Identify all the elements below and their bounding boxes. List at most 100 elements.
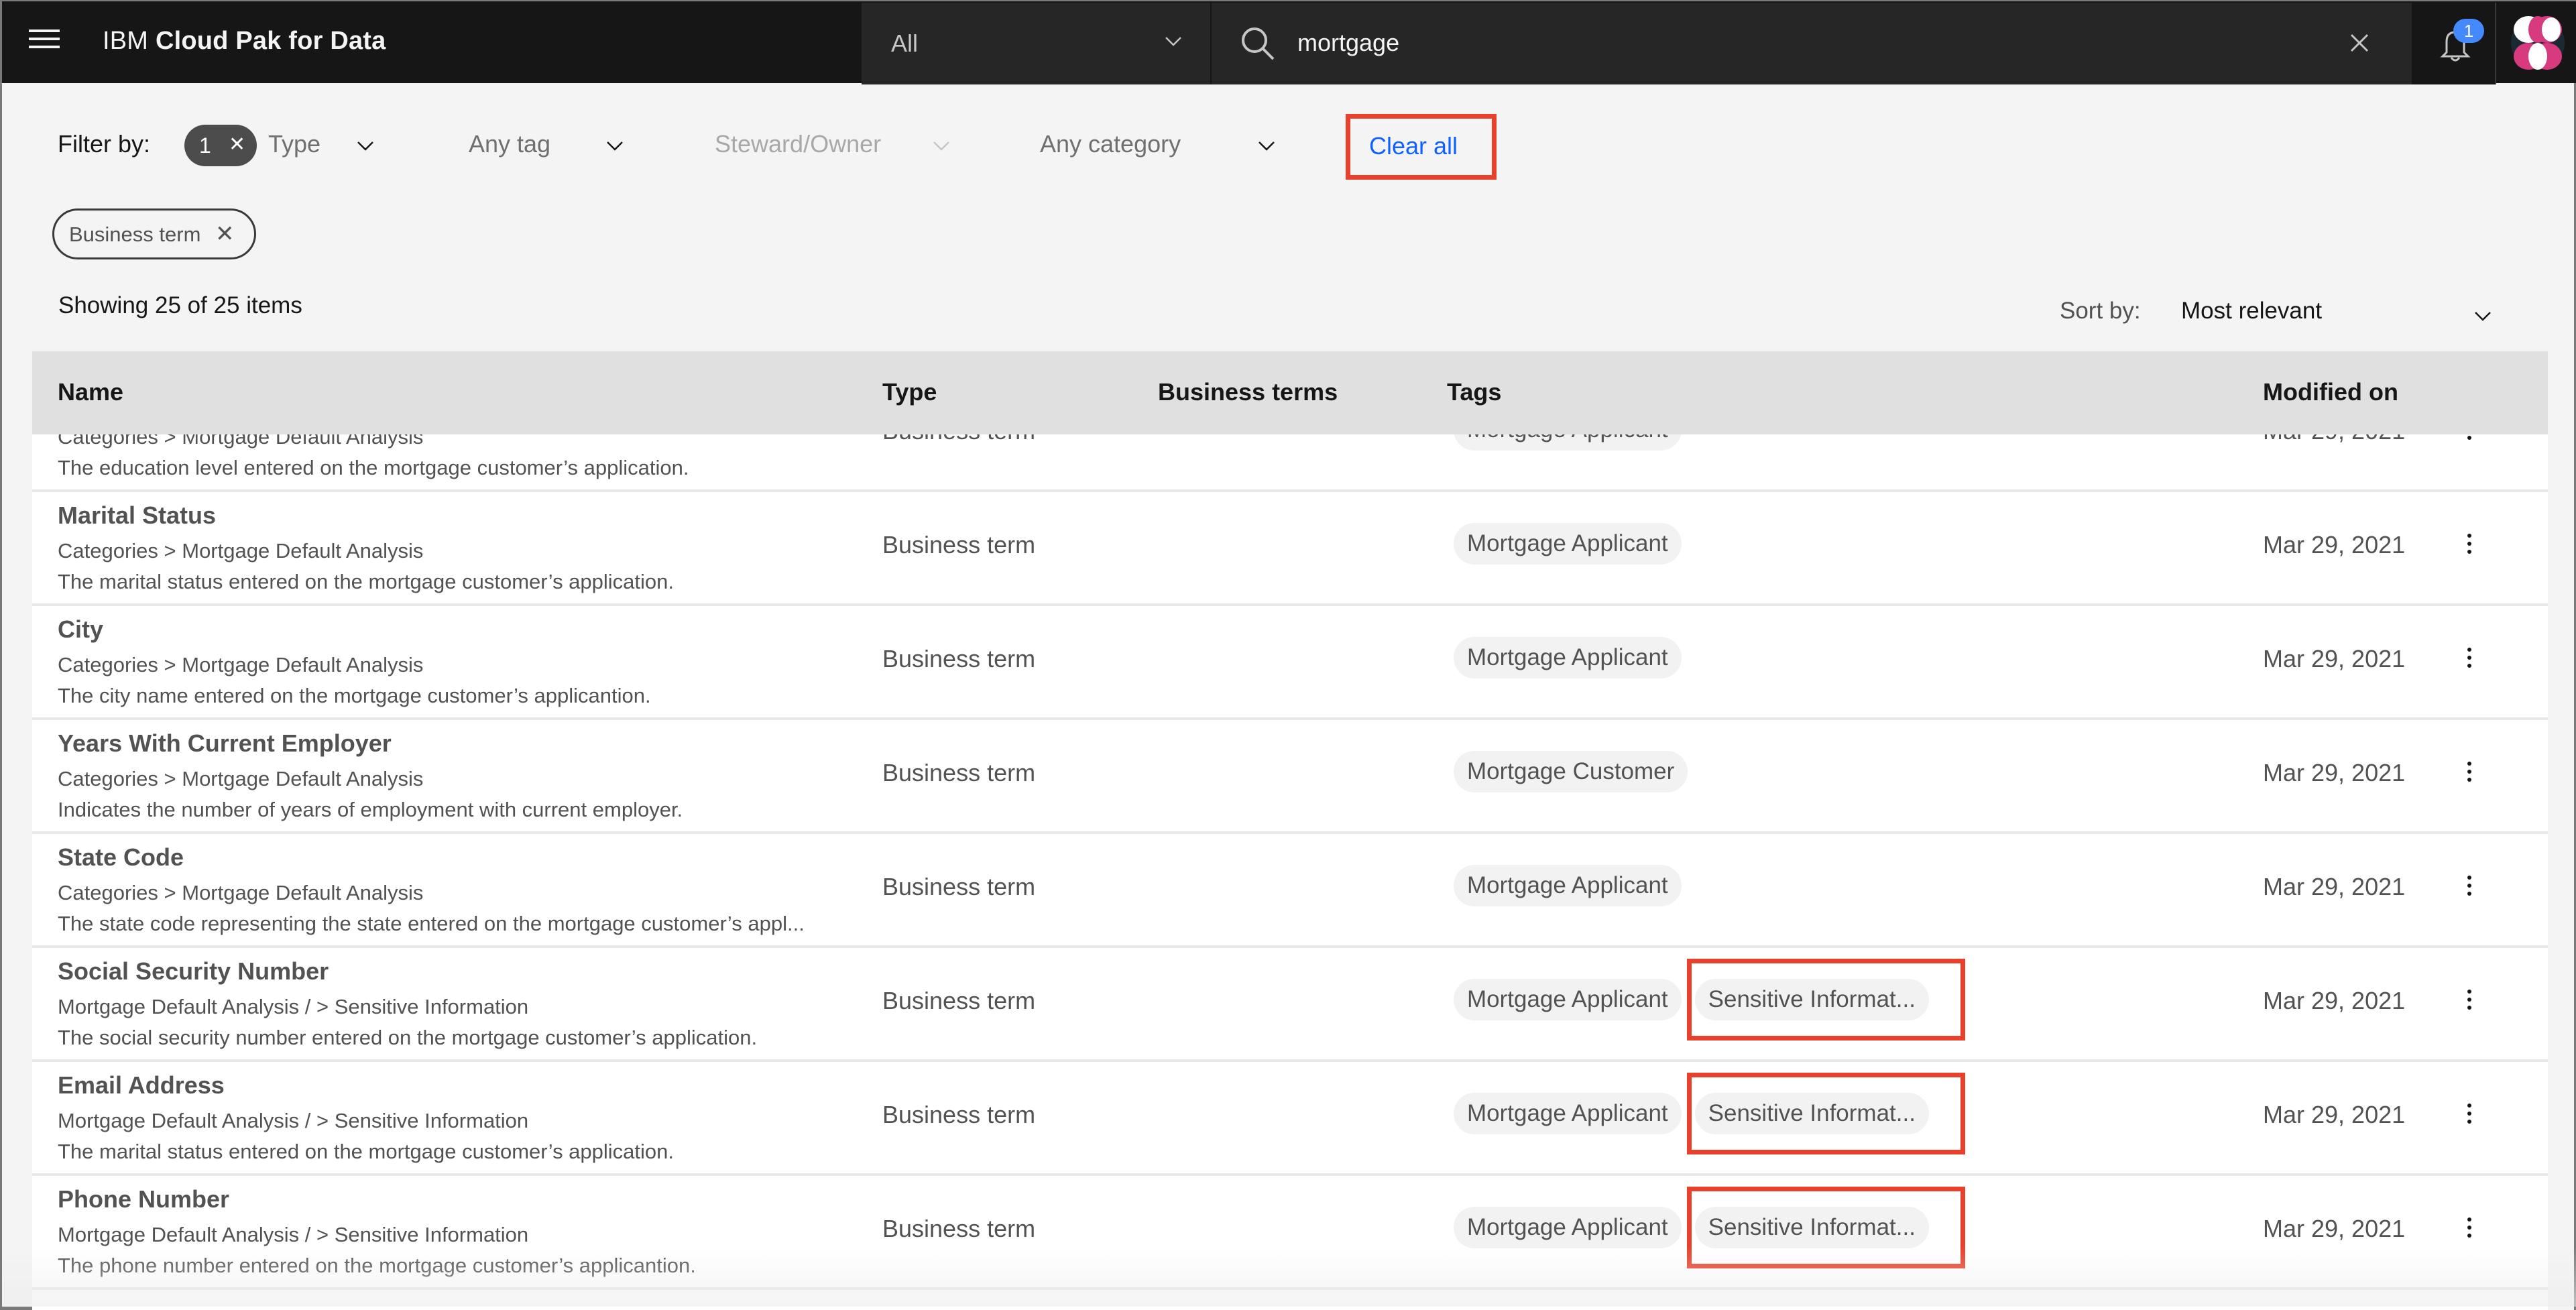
brand-prefix: IBM bbox=[103, 27, 149, 55]
tag-list: Mortgage Applicant bbox=[1454, 637, 1695, 680]
category-filter-dropdown[interactable]: Any category bbox=[1040, 130, 1275, 158]
asset-type: Business term bbox=[882, 645, 1036, 672]
column-header-modified-on[interactable]: Modified on bbox=[2263, 378, 2398, 406]
asset-description: The state code representing the state en… bbox=[58, 912, 805, 935]
tag-chip[interactable]: Sensitive Informat... bbox=[1686, 1073, 1966, 1154]
asset-name-link[interactable]: City bbox=[58, 615, 103, 644]
asset-category-path: Mortgage Default Analysis / > Sensitive … bbox=[58, 1109, 529, 1132]
chevron-down-icon bbox=[933, 141, 949, 151]
overflow-menu-icon[interactable] bbox=[2459, 1215, 2479, 1248]
close-icon[interactable]: ✕ bbox=[215, 221, 235, 247]
tag-filter-dropdown[interactable]: Any tag bbox=[469, 130, 623, 158]
table-row[interactable]: Email Address Mortgage Default Analysis /… bbox=[32, 1062, 2548, 1176]
user-avatar[interactable] bbox=[2495, 3, 2576, 84]
tag-list: Mortgage Applicant Sensitive Informat... bbox=[1454, 1073, 1966, 1154]
column-header-business-terms[interactable]: Business terms bbox=[1158, 378, 1338, 406]
table-row[interactable]: Phone Number Mortgage Default Analysis / … bbox=[32, 1176, 2548, 1290]
asset-name-link[interactable]: State Code bbox=[58, 843, 184, 872]
menu-icon[interactable] bbox=[29, 29, 60, 55]
asset-name-link[interactable]: Social Security Number bbox=[58, 957, 329, 986]
asset-name-link[interactable]: Years With Current Employer bbox=[58, 729, 392, 758]
scrollbar[interactable] bbox=[2548, 351, 2574, 1310]
app-title[interactable]: IBM Cloud Pak for Data bbox=[103, 27, 386, 56]
chevron-down-icon bbox=[2475, 312, 2491, 321]
asset-name-link[interactable]: Phone Number bbox=[58, 1185, 229, 1213]
search-input[interactable] bbox=[1297, 23, 2236, 63]
tag-chip[interactable]: Mortgage Applicant bbox=[1454, 979, 1682, 1020]
applied-filter-chip[interactable]: Business term ✕ bbox=[52, 209, 256, 259]
tag-list: Mortgage Applicant Sensitive Informat... bbox=[1454, 1187, 1966, 1268]
chevron-down-icon bbox=[1258, 141, 1275, 151]
type-filter-dropdown[interactable]: Type bbox=[268, 130, 373, 158]
tag-chip[interactable]: Mortgage Applicant bbox=[1454, 523, 1682, 564]
tag-chip[interactable]: Mortgage Customer bbox=[1454, 751, 1688, 792]
close-icon[interactable]: ✕ bbox=[229, 133, 245, 156]
column-header-tags[interactable]: Tags bbox=[1447, 378, 1501, 406]
asset-type: Business term bbox=[882, 1215, 1036, 1242]
steward-owner-filter-label: Steward/Owner bbox=[715, 130, 882, 158]
search-scope-dropdown[interactable]: All bbox=[862, 3, 1212, 84]
table-header: Name Type Business terms Tags Modified o… bbox=[32, 351, 2548, 434]
asset-category-path: Mortgage Default Analysis / > Sensitive … bbox=[58, 995, 529, 1018]
chevron-down-icon bbox=[357, 141, 373, 151]
applied-filter-label: Business term bbox=[69, 223, 201, 246]
asset-category-path: Categories > Mortgage Default Analysis bbox=[58, 653, 424, 676]
asset-category-path: Categories > Mortgage Default Analysis bbox=[58, 881, 424, 904]
column-header-type[interactable]: Type bbox=[882, 378, 937, 406]
clear-all-link[interactable]: Clear all bbox=[1369, 132, 1458, 160]
type-filter-label: Type bbox=[268, 130, 321, 158]
modified-date: Mar 29, 2021 bbox=[2263, 759, 2406, 786]
type-filter-count: 1 bbox=[199, 133, 211, 158]
sort-dropdown[interactable]: Most relevant bbox=[2181, 298, 2496, 331]
tag-chip[interactable]: Mortgage Applicant bbox=[1454, 1207, 1682, 1248]
asset-category-path: Mortgage Default Analysis / > Sensitive … bbox=[58, 1223, 529, 1246]
table-row[interactable]: City Categories > Mortgage Default Analys… bbox=[32, 606, 2548, 720]
asset-description: The city name entered on the mortgage cu… bbox=[58, 684, 651, 707]
results-count: Showing 25 of 25 items bbox=[58, 292, 302, 318]
overflow-menu-icon[interactable] bbox=[2459, 987, 2479, 1020]
overflow-menu-icon[interactable] bbox=[2459, 531, 2479, 564]
highlight-annotation: Clear all bbox=[1346, 114, 1497, 180]
modified-date: Mar 29, 2021 bbox=[2263, 645, 2406, 672]
table-row[interactable]: State Code Categories > Mortgage Default … bbox=[32, 834, 2548, 948]
overflow-menu-icon[interactable] bbox=[2459, 645, 2479, 678]
brand-name: Cloud Pak for Data bbox=[155, 27, 386, 55]
tag-list: Mortgage Customer bbox=[1454, 751, 1701, 794]
tag-list: Mortgage Applicant bbox=[1454, 865, 1695, 908]
clear-search-icon[interactable] bbox=[2349, 32, 2370, 54]
notifications-button[interactable]: 1 bbox=[2410, 3, 2495, 84]
tag-chip[interactable]: Mortgage Applicant bbox=[1454, 865, 1682, 906]
search-icon bbox=[1242, 27, 1275, 60]
tag-filter-label: Any tag bbox=[469, 130, 551, 158]
asset-type: Business term bbox=[882, 987, 1036, 1014]
asset-type: Business term bbox=[882, 531, 1036, 558]
tag-list: Mortgage Applicant bbox=[1454, 523, 1695, 566]
steward-owner-filter-dropdown[interactable]: Steward/Owner bbox=[715, 130, 949, 158]
overflow-menu-icon[interactable] bbox=[2459, 873, 2479, 906]
table-row[interactable]: Marital Status Categories > Mortgage Defa… bbox=[32, 492, 2548, 606]
table-row[interactable]: Years With Current Employer Categories > … bbox=[32, 720, 2548, 834]
tag-chip[interactable]: Sensitive Informat... bbox=[1686, 959, 1966, 1040]
asset-type: Business term bbox=[882, 1101, 1036, 1128]
avatar-logo-icon bbox=[2511, 16, 2565, 70]
asset-name-link[interactable]: Marital Status bbox=[58, 501, 216, 530]
overflow-menu-icon[interactable] bbox=[2459, 1101, 2479, 1134]
modified-date: Mar 29, 2021 bbox=[2263, 1101, 2406, 1128]
table-row[interactable]: Social Security Number Mortgage Default A… bbox=[32, 948, 2548, 1062]
asset-description: Indicates the number of years of employm… bbox=[58, 798, 683, 821]
asset-name-link[interactable]: Email Address bbox=[58, 1071, 225, 1099]
column-header-name[interactable]: Name bbox=[58, 378, 123, 406]
modified-date: Mar 29, 2021 bbox=[2263, 873, 2406, 900]
asset-description: The education level entered on the mortg… bbox=[58, 456, 689, 479]
type-filter-count-chip[interactable]: 1 ✕ bbox=[184, 125, 257, 166]
asset-type: Business term bbox=[882, 873, 1036, 900]
tag-list: Mortgage Applicant Sensitive Informat... bbox=[1454, 959, 1966, 1040]
asset-description: The marital status entered on the mortga… bbox=[58, 570, 675, 593]
asset-description: The phone number entered on the mortgage… bbox=[58, 1254, 696, 1277]
tag-chip[interactable]: Sensitive Informat... bbox=[1686, 1187, 1966, 1268]
overflow-menu-icon[interactable] bbox=[2459, 759, 2479, 792]
top-header: IBM Cloud Pak for Data All 1 bbox=[2, 0, 2576, 84]
tag-chip[interactable]: Mortgage Applicant bbox=[1454, 1093, 1682, 1134]
tag-chip[interactable]: Mortgage Applicant bbox=[1454, 637, 1682, 678]
category-filter-label: Any category bbox=[1040, 130, 1181, 158]
